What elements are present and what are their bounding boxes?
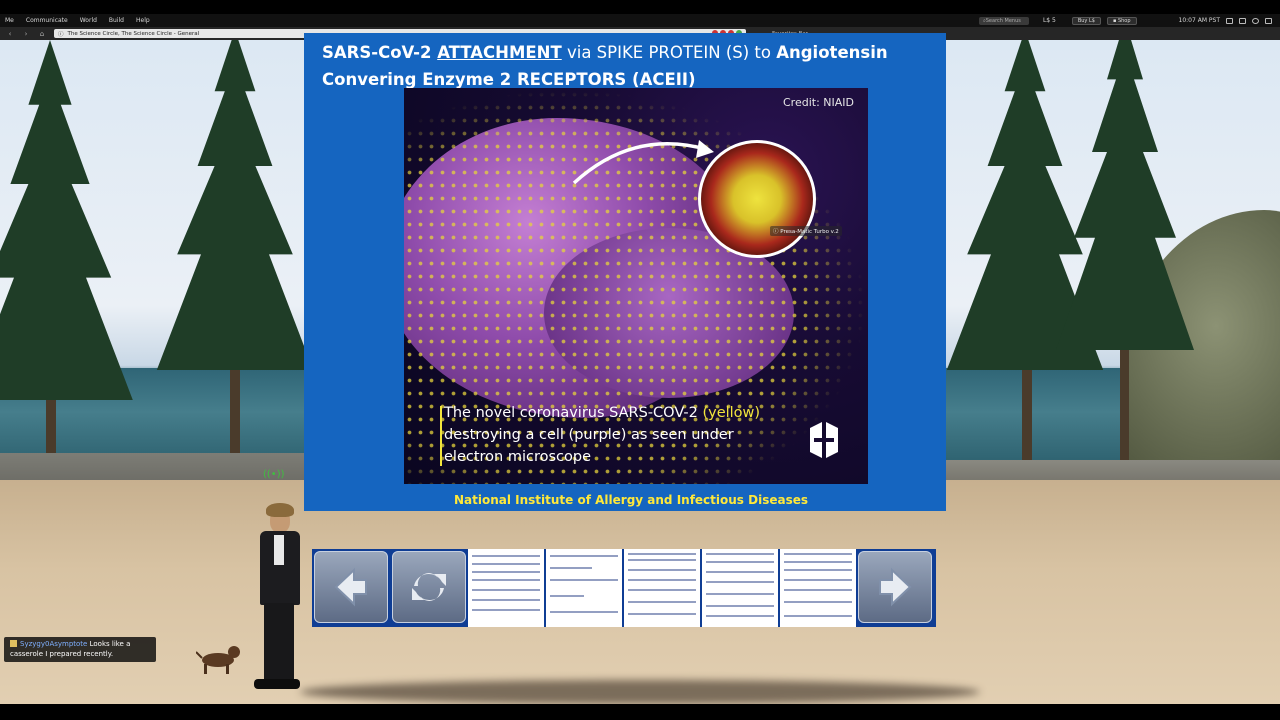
- slide-thumbnail[interactable]: [780, 549, 856, 627]
- slide-title-underlined: ATTACHMENT: [437, 43, 562, 62]
- voice-indicator-icon: ((•)): [263, 469, 285, 480]
- hhmi-logo-icon: [810, 422, 838, 458]
- curved-arrow-icon: [572, 140, 714, 185]
- shop-icon: ▪: [1112, 17, 1117, 24]
- slide-title-line2: Convering Enzyme 2 RECEPTORS (ACEII): [322, 70, 696, 89]
- previous-slide-button[interactable]: [314, 551, 388, 623]
- slide-title-part3: Angiotensin: [776, 43, 888, 62]
- image-credit: Credit: NIAID: [783, 96, 854, 109]
- chat-avatar-icon: [10, 640, 17, 647]
- electron-micrograph: Credit: NIAID The novel coronavirus SARS…: [404, 88, 868, 484]
- slide-thumbnail[interactable]: [702, 549, 778, 627]
- avatar[interactable]: [252, 503, 308, 693]
- forward-icon[interactable]: ›: [20, 29, 32, 39]
- slide-title-part1: SARS-CoV-2: [322, 43, 438, 62]
- avatar-feet: [254, 679, 300, 689]
- shop-label: Shop: [1117, 17, 1131, 24]
- search-menus-input[interactable]: ⌕ Search Menus: [978, 16, 1029, 25]
- monitor-icon[interactable]: [1239, 17, 1246, 24]
- slide-title: SARS-CoV-2 ATTACHMENT via SPIKE PROTEIN …: [322, 39, 942, 93]
- pine-tree: [0, 40, 140, 500]
- virus-closeup: [698, 140, 816, 258]
- menu-build[interactable]: Build: [104, 17, 131, 24]
- location-text: The Science Circle, The Science Circle -…: [67, 30, 200, 37]
- back-icon[interactable]: ‹: [4, 29, 16, 39]
- board-shadow: [300, 680, 980, 704]
- caption-line2: destroying a cell (purple) as seen under: [444, 427, 734, 443]
- settings-icon[interactable]: [1265, 17, 1272, 24]
- object-hover-label: ⓘ Presa-Matic Turbo v.2: [770, 226, 842, 236]
- pine-tree: [1050, 40, 1200, 480]
- slide-footer: National Institute of Allergy and Infect…: [453, 493, 809, 507]
- caption-part1: The novel coronavirus SARS-COV-2: [444, 405, 703, 421]
- chat-message-part2: casserole I prepared recently.: [10, 650, 114, 658]
- right-arrow-icon: [879, 567, 912, 607]
- buy-currency-button[interactable]: Buy L$: [1071, 16, 1101, 25]
- dog-pet[interactable]: [196, 638, 244, 678]
- slide-title-part2: via SPIKE PROTEIN (S) to: [561, 43, 777, 62]
- avatar-legs: [264, 603, 294, 683]
- bottom-letterbox: [0, 704, 1280, 720]
- menu-world[interactable]: World: [75, 17, 104, 24]
- menu-bar: Me Communicate World Build Help ⌕ Search…: [0, 14, 1280, 27]
- nearby-chat-toast[interactable]: Syzygy0Asymptote Looks like a casserole …: [4, 637, 156, 662]
- volume-icon[interactable]: [1252, 17, 1259, 24]
- menu-me[interactable]: Me: [0, 17, 21, 24]
- next-slide-button[interactable]: [858, 551, 932, 623]
- avatar-hair: [266, 503, 294, 517]
- info-icon[interactable]: ⓘ: [58, 30, 64, 38]
- refresh-icon: [412, 573, 446, 601]
- search-menus-placeholder: Search Menus: [985, 17, 1021, 24]
- balance-readout: L$ 5: [1042, 17, 1056, 24]
- viewer-window: Me Communicate World Build Help ⌕ Search…: [0, 0, 1280, 720]
- caption-line3: electron microscope: [444, 449, 592, 465]
- chat-sender[interactable]: Syzygy0Asymptote: [20, 640, 87, 648]
- presentation-board[interactable]: SARS-CoV-2 ATTACHMENT via SPIKE PROTEIN …: [304, 33, 946, 511]
- pine-tree: [150, 40, 320, 470]
- media-icon[interactable]: [1226, 17, 1233, 24]
- caption-yellow: (yellow): [702, 405, 761, 421]
- slide-thumbnail[interactable]: [624, 549, 700, 627]
- slide-thumbnails: [468, 549, 856, 627]
- chat-message-part1: Looks like a: [87, 640, 131, 648]
- object-name: Presa-Matic Turbo v.2: [780, 229, 839, 235]
- object-info-icon: ⓘ: [773, 229, 779, 235]
- avatar-shirt: [274, 535, 284, 565]
- menu-bar-right: ⌕ Search Menus L$ 5 Buy L$ ▪ Shop 10:07 …: [978, 16, 1280, 25]
- menu-help[interactable]: Help: [131, 17, 157, 24]
- reload-button[interactable]: [392, 551, 466, 623]
- home-icon[interactable]: ⌂: [36, 29, 48, 39]
- slide-thumbnail[interactable]: [546, 549, 622, 627]
- slide-thumbnail[interactable]: [468, 549, 544, 627]
- menu-communicate[interactable]: Communicate: [21, 17, 75, 24]
- top-letterbox: [0, 0, 1280, 14]
- image-caption: The novel coronavirus SARS-COV-2 (yellow…: [438, 402, 798, 468]
- left-arrow-icon: [334, 567, 367, 607]
- shop-button[interactable]: ▪ Shop: [1106, 16, 1137, 25]
- clock: 10:07 AM PST: [1178, 17, 1220, 24]
